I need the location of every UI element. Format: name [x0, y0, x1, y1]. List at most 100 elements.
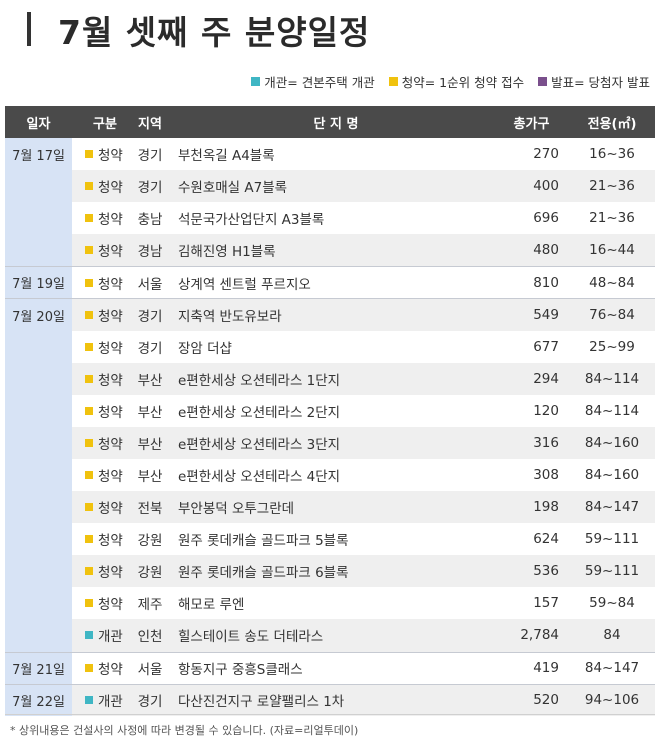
cell-area: 25~99 [589, 338, 635, 355]
cell-name: 석문국가산업단지 A3블록 [178, 212, 325, 229]
cell-name: 수원호매실 A7블록 [178, 180, 288, 197]
cell-area: 16~44 [589, 242, 635, 259]
table-row: 7월 21일 청약 서울 항동지구 중흥S클래스 419 84~147 [5, 651, 655, 684]
table-row: 7월 20일 청약 경기 지축역 반도유보라 549 76~84 [5, 298, 655, 331]
cell-region: 경기 [137, 309, 163, 326]
cell-type-label: 청약 [98, 597, 123, 614]
type-marker-icon [85, 246, 93, 255]
cell-type: 청약 [72, 658, 124, 678]
table-row: 청약 경기 장암 더샵 677 25~99 [5, 330, 655, 363]
cell-units: 198 [533, 499, 559, 516]
type-marker-icon [85, 631, 93, 640]
table-header: 일자 구분 지역 단 지 명 총가구 전용(㎡) [5, 106, 655, 138]
cell-type-label: 청약 [98, 148, 123, 165]
cell-area: 21~36 [589, 178, 635, 195]
cell-region: 인천 [137, 629, 163, 646]
cell-units: 480 [533, 242, 559, 259]
type-marker-icon [85, 311, 93, 320]
table-row: 청약 부산 e편한세상 오션테라스 4단지 308 84~160 [5, 458, 655, 492]
type-marker-icon [85, 535, 93, 544]
table-row: 청약 전북 부안봉덕 오투그란데 198 84~147 [5, 491, 655, 524]
cell-date [5, 458, 72, 492]
cell-region: 강원 [137, 565, 163, 582]
cell-units: 549 [533, 307, 559, 324]
table-row: 7월 17일 청약 경기 부천옥길 A4블록 270 16~36 [5, 138, 655, 171]
footnote-divider [5, 714, 655, 715]
table-row: 청약 경남 김해진영 H1블록 480 16~44 [5, 234, 655, 267]
cell-date: 7월 20일 [5, 299, 72, 331]
cell-date [5, 555, 72, 588]
cell-region: 경기 [137, 148, 163, 165]
cell-units: 270 [533, 146, 559, 163]
cell-date [5, 523, 72, 556]
cell-area: 84 [603, 627, 621, 644]
cell-units: 316 [533, 434, 559, 451]
cell-type-label: 청약 [98, 533, 123, 550]
cell-region: 충남 [137, 212, 163, 229]
cell-type: 청약 [72, 176, 124, 196]
table-row: 청약 부산 e편한세상 오션테라스 3단지 316 84~160 [5, 426, 655, 459]
type-marker-icon [85, 567, 93, 576]
cell-type: 청약 [72, 144, 124, 164]
cell-region: 서울 [137, 276, 163, 293]
type-marker-icon [85, 214, 93, 223]
cell-units: 419 [533, 660, 559, 677]
cell-date: 7월 17일 [5, 138, 72, 171]
cell-area: 59~111 [584, 531, 640, 548]
cell-area: 84~114 [584, 370, 640, 387]
cell-date: 7월 19일 [5, 267, 72, 299]
type-marker-icon [85, 406, 93, 415]
cell-area: 21~36 [589, 210, 635, 227]
table-row: 청약 강원 원주 롯데캐슬 골드파크 5블록 624 59~111 [5, 523, 655, 556]
cell-date [5, 426, 72, 459]
cell-region: 부산 [137, 372, 163, 389]
type-marker-icon [85, 278, 93, 287]
legend-label-subscription: 청약= 1순위 청약 접수 [401, 75, 525, 90]
cell-name: e편한세상 오션테라스 2단지 [178, 404, 341, 421]
table-row: 청약 강원 원주 롯데캐슬 골드파크 6블록 536 59~111 [5, 555, 655, 588]
schedule-table: 일자 구분 지역 단 지 명 총가구 전용(㎡) 7월 17일 청약 경기 부천옥길 … [5, 106, 655, 716]
legend-item-subscription: 청약= 1순위 청약 접수 [388, 72, 525, 91]
table-row: 7월 22일 개관 경기 다산진건지구 로얄팰리스 1차 520 94~106 [5, 683, 655, 716]
cell-region: 부산 [137, 404, 163, 421]
cell-type: 청약 [72, 273, 124, 293]
cell-type: 청약 [72, 337, 124, 357]
table-row: 7월 19일 청약 서울 상계역 센트럴 푸르지오 810 48~84 [5, 266, 655, 299]
cell-name: 원주 롯데캐슬 골드파크 6블록 [178, 565, 349, 582]
cell-name: 부천옥길 A4블록 [178, 148, 275, 165]
cell-type-label: 청약 [98, 212, 123, 229]
legend-swatch-subscription [388, 77, 398, 86]
cell-type-label: 청약 [98, 404, 123, 421]
cell-name: e편한세상 오션테라스 3단지 [178, 436, 341, 453]
cell-type: 청약 [72, 401, 124, 421]
page-title: 7월 셋째 주 분양일정 [58, 13, 371, 52]
cell-type: 개관 [72, 625, 124, 645]
cell-date [5, 202, 72, 235]
cell-type-label: 개관 [98, 694, 123, 711]
cell-type-label: 청약 [98, 309, 123, 326]
cell-type: 청약 [72, 240, 124, 260]
cell-date [5, 491, 72, 524]
cell-date: 7월 21일 [5, 652, 72, 684]
cell-units: 810 [533, 274, 559, 291]
cell-type-label: 청약 [98, 468, 123, 485]
cell-date [5, 587, 72, 620]
cell-units: 157 [533, 595, 559, 612]
cell-region: 부산 [137, 468, 163, 485]
cell-area: 59~111 [584, 563, 640, 580]
cell-type: 청약 [72, 561, 124, 581]
cell-type-label: 청약 [98, 501, 123, 518]
legend: 개관= 견본주택 개관 청약= 1순위 청약 접수 발표= 당첨자 발표 [251, 72, 650, 91]
cell-type: 개관 [72, 690, 124, 710]
cell-type: 청약 [72, 305, 124, 325]
cell-date [5, 330, 72, 363]
cell-units: 120 [533, 402, 559, 419]
cell-units: 2,784 [520, 627, 559, 644]
table-row: 청약 제주 해모로 루엔 157 59~84 [5, 587, 655, 620]
cell-name: 다산진건지구 로얄팰리스 1차 [178, 694, 345, 711]
cell-region: 부산 [137, 436, 163, 453]
cell-name: 원주 롯데캐슬 골드파크 5블록 [178, 533, 349, 550]
legend-swatch-announcement [538, 77, 548, 86]
cell-type: 청약 [72, 497, 124, 517]
cell-name: e편한세상 오션테라스 1단지 [178, 372, 341, 389]
